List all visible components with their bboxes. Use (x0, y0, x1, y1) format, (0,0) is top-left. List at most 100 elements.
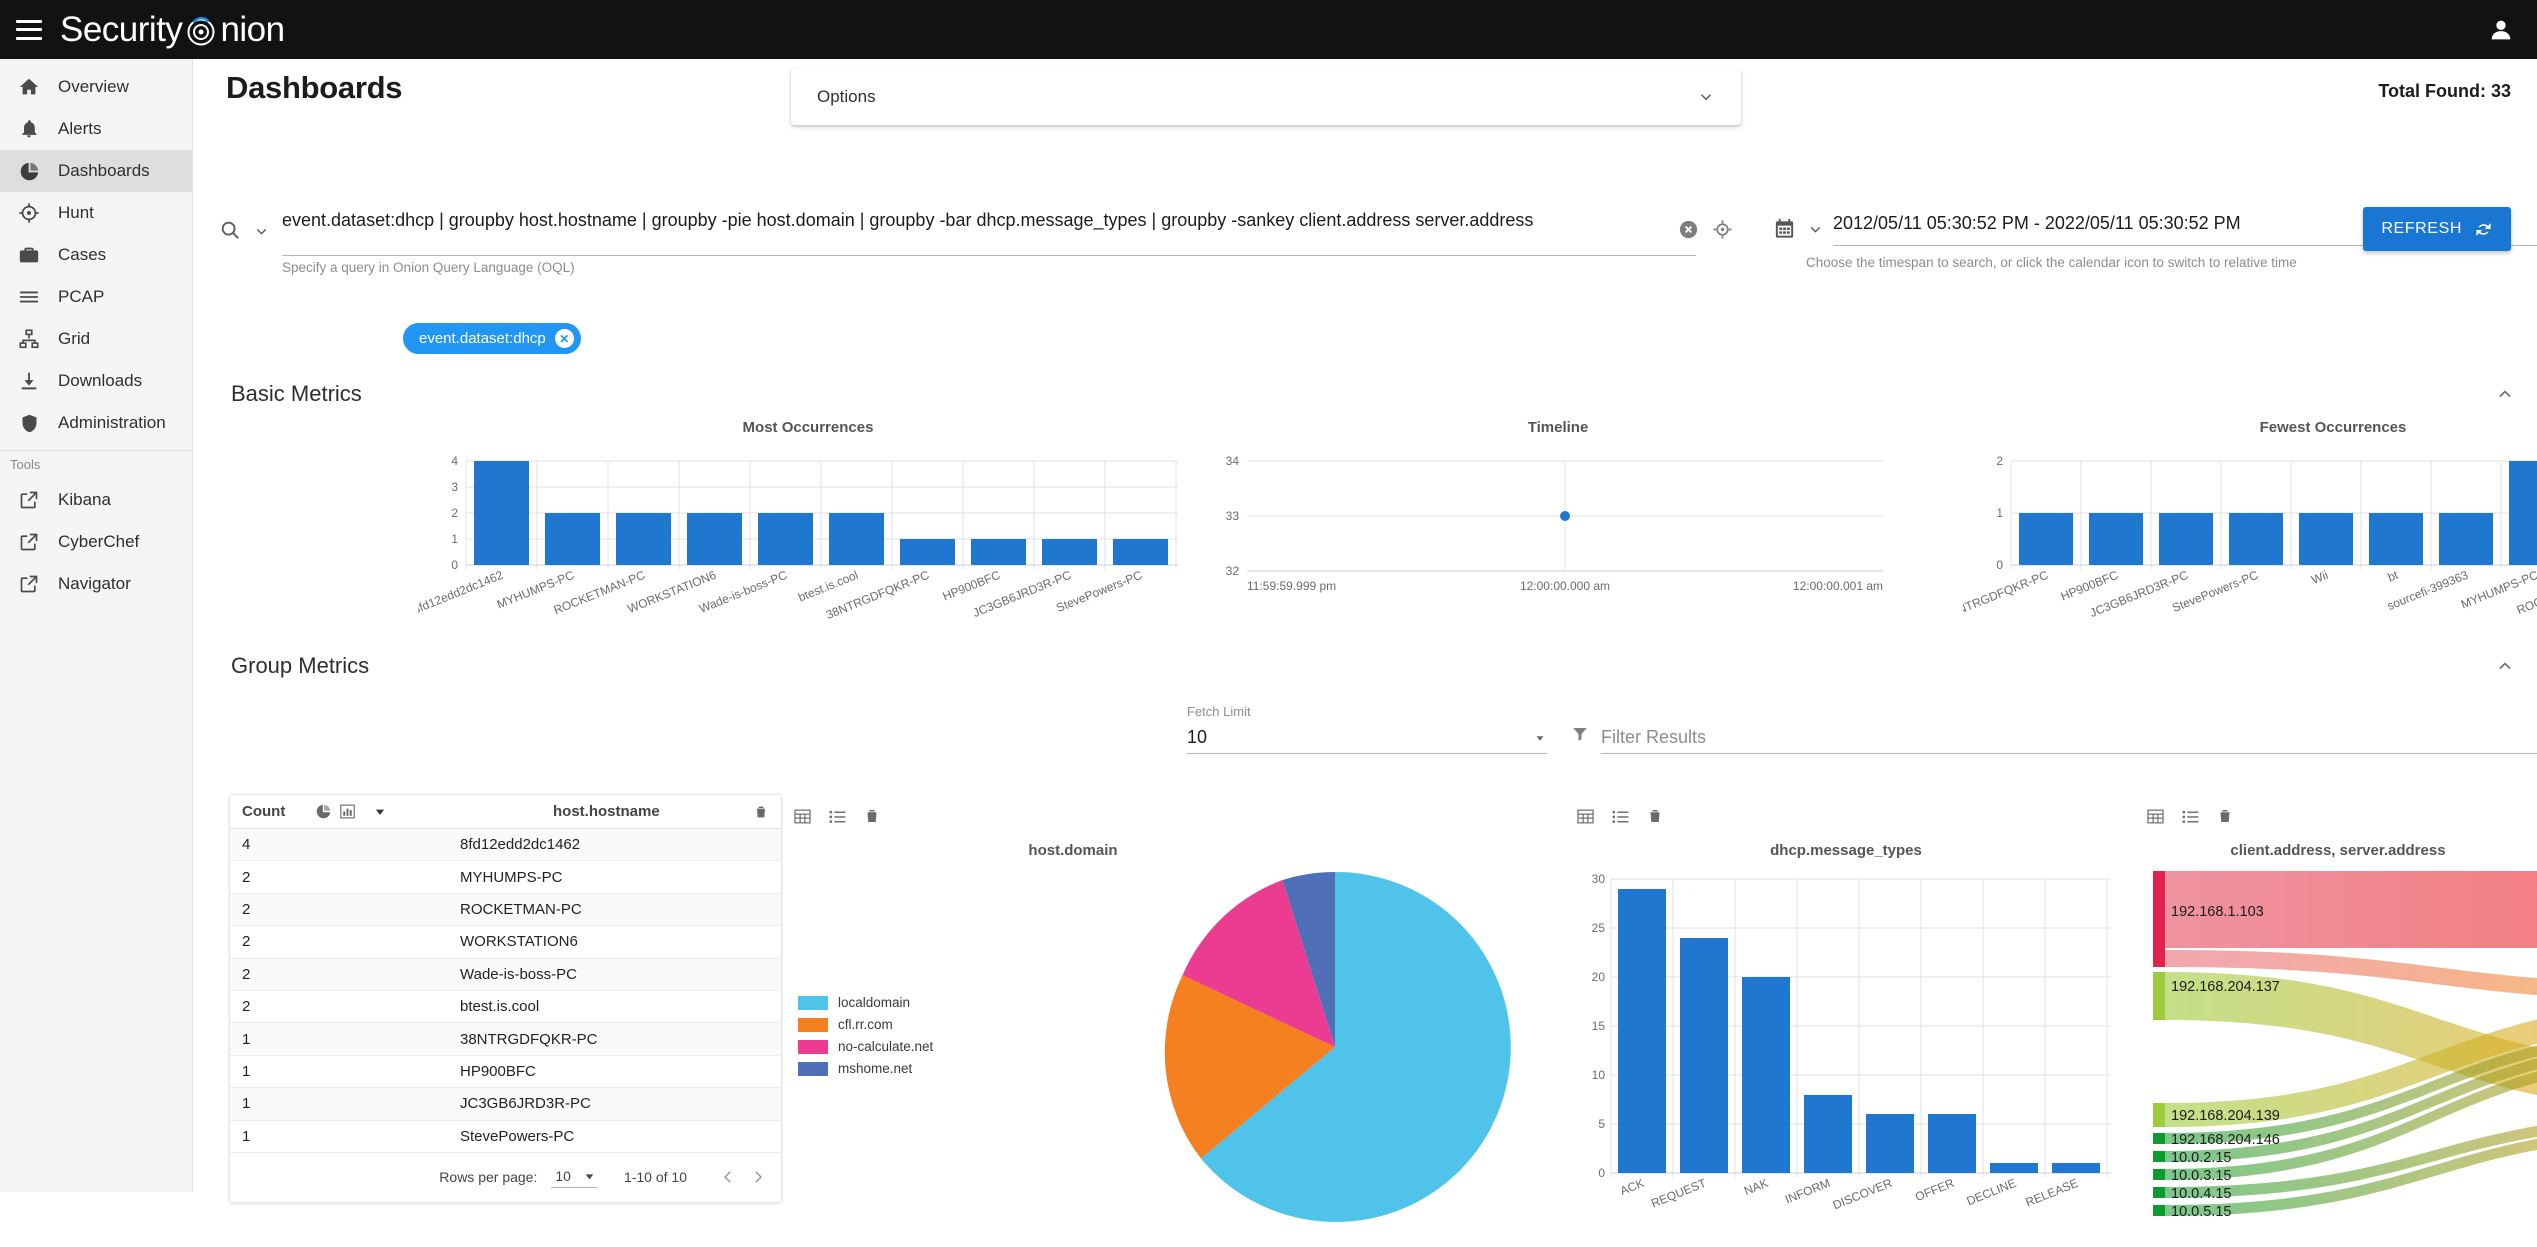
group-metrics-header: Group Metrics (231, 653, 2515, 679)
hamburger-icon[interactable] (16, 19, 42, 40)
cell-host: 8fd12edd2dc1462 (460, 836, 581, 854)
cell-count: 4 (242, 836, 251, 854)
caret-down-icon[interactable] (583, 1170, 596, 1183)
table-row[interactable]: 2 MYHUMPS-PC (230, 861, 781, 894)
chevron-right-icon[interactable] (743, 1162, 773, 1192)
pie-chart-title: host.domain (1028, 842, 1118, 859)
chart-most-occurrences: Most Occurrences 43210 8fd12edd2dc1462 M… (418, 419, 1198, 622)
svg-text:32: 32 (1226, 564, 1240, 578)
sidebar-item-grid[interactable]: Grid (0, 318, 192, 360)
chevron-up-icon[interactable] (2495, 656, 2515, 676)
sidebar-item-navigator[interactable]: Navigator (0, 563, 192, 605)
chevron-up-icon[interactable] (2495, 384, 2515, 404)
sidebar-item-cases[interactable]: Cases (0, 234, 192, 276)
svg-text:4: 4 (451, 454, 458, 468)
chart-timeline: Timeline 34 33 32 11:59:59.999 pm 12:00:00… (1203, 419, 1913, 622)
briefcase-icon (17, 243, 41, 267)
clear-circle-icon[interactable] (1677, 218, 1700, 241)
table-chart-toggles (315, 803, 553, 820)
bar-chart-icon[interactable] (339, 803, 356, 820)
refresh-label: REFRESH (2381, 220, 2462, 237)
table-row[interactable]: 1 StevePowers-PC (230, 1121, 781, 1153)
table-grid-icon[interactable] (2146, 807, 2165, 826)
table-row[interactable]: 2 ROCKETMAN-PC (230, 893, 781, 927)
refresh-icon (2474, 220, 2493, 239)
date-expand-chevron-down-icon[interactable] (1807, 221, 1824, 238)
table-row[interactable]: 1 JC3GB6JRD3R-PC (230, 1088, 781, 1121)
query-expand-chevron-down-icon[interactable] (253, 223, 270, 240)
table-grid-icon[interactable] (793, 807, 812, 826)
svg-text:Wii: Wii (2309, 568, 2330, 587)
sankey-node (2153, 1187, 2165, 1198)
sidebar-item-cyberchef[interactable]: CyberChef (0, 521, 192, 563)
search-input[interactable]: event.dataset:dhcp | groupby host.hostna… (282, 206, 1696, 256)
sankey-node (2153, 972, 2165, 1020)
chevron-down-icon[interactable] (1533, 731, 1547, 745)
sidebar-item-overview[interactable]: Overview (0, 66, 192, 108)
filter-chip[interactable]: event.dataset:dhcp ✕ (403, 323, 581, 354)
cell-count: 2 (242, 998, 251, 1016)
list-icon[interactable] (1611, 807, 1630, 826)
chevron-left-icon[interactable] (713, 1162, 743, 1192)
svg-text:NAK: NAK (1742, 1176, 1770, 1198)
list-icon[interactable] (828, 807, 847, 826)
table-pagination: Rows per page: 10 1-10 of 10 (230, 1153, 781, 1202)
cell-host: btest.is.cool (460, 998, 540, 1016)
calendar-icon[interactable] (1773, 217, 1796, 240)
options-panel[interactable]: Options (791, 69, 1741, 125)
table-row[interactable]: 1 38NTRGDFQKR-PC (230, 1023, 781, 1056)
sankey-node (2153, 871, 2165, 967)
account-icon[interactable] (2487, 16, 2515, 44)
cell-count: 1 (242, 1030, 251, 1048)
sidebar-item-alerts[interactable]: Alerts (0, 108, 192, 150)
table-row[interactable]: 4 8fd12edd2dc1462 (230, 829, 781, 862)
list-icon[interactable] (2181, 807, 2200, 826)
sidebar-item-kibana[interactable]: Kibana (0, 479, 192, 521)
trash-icon[interactable] (863, 807, 882, 826)
basic-metrics-header: Basic Metrics (231, 381, 2515, 407)
chevron-down-icon[interactable] (1697, 88, 1715, 106)
fetch-limit-select[interactable]: 10 (1187, 722, 1547, 754)
legend-item[interactable]: no-calculate.net (798, 1039, 933, 1054)
sidebar-item-hunt[interactable]: Hunt (0, 192, 192, 234)
close-icon[interactable]: ✕ (554, 329, 574, 348)
sidebar-item-downloads[interactable]: Downloads (0, 360, 192, 402)
trash-icon[interactable] (2216, 807, 2235, 826)
legend-item[interactable]: cfl.rr.com (798, 1017, 933, 1032)
top-app-bar: Security nion (0, 0, 2537, 59)
search-icon[interactable] (219, 219, 241, 241)
date-range-hint: Choose the timespan to search, or click … (1806, 255, 2297, 270)
funnel-icon[interactable] (1571, 725, 1589, 743)
refresh-button[interactable]: REFRESH (2363, 207, 2511, 251)
svg-text:10: 10 (1592, 1068, 1606, 1082)
legend-swatch (798, 1039, 828, 1054)
caret-down-icon[interactable] (373, 805, 387, 819)
legend-item[interactable]: mshome.net (798, 1061, 933, 1076)
table-row[interactable]: 2 WORKSTATION6 (230, 926, 781, 959)
external-link-icon (17, 530, 41, 554)
svg-text:20: 20 (1592, 970, 1606, 984)
sidebar-item-administration[interactable]: Administration (0, 402, 192, 444)
trash-icon[interactable] (753, 804, 769, 820)
table-row[interactable]: 2 btest.is.cool (230, 991, 781, 1024)
sankey-toolbar (2146, 807, 2235, 826)
svg-text:ACK: ACK (1618, 1176, 1646, 1198)
sidebar-item-pcap[interactable]: PCAP (0, 276, 192, 318)
table-grid-icon[interactable] (1576, 807, 1595, 826)
pie-chart-icon[interactable] (315, 803, 332, 820)
svg-text:38NTRGDFQKR-PC: 38NTRGDFQKR-PC (1963, 568, 2050, 622)
sidebar-item-dashboards[interactable]: Dashboards (0, 150, 192, 192)
crosshair-icon[interactable] (1711, 218, 1734, 241)
filter-results-input[interactable]: Filter Results (1601, 722, 2537, 754)
svg-text:25: 25 (1592, 921, 1606, 935)
sankey-source-label: 10.0.4.15 (2171, 1186, 2231, 1202)
table-row[interactable]: 2 Wade-is-boss-PC (230, 958, 781, 991)
svg-text:8fd12edd2dc1462: 8fd12edd2dc1462 (418, 568, 505, 617)
fetch-limit-value: 10 (1187, 727, 1208, 747)
trash-icon[interactable] (1646, 807, 1665, 826)
table-row[interactable]: 1 HP900BFC (230, 1056, 781, 1089)
legend-item[interactable]: localdomain (798, 995, 933, 1010)
download-icon (17, 369, 41, 393)
pie-chart-icon (17, 159, 41, 183)
rows-per-page-select[interactable]: 10 (551, 1166, 598, 1189)
